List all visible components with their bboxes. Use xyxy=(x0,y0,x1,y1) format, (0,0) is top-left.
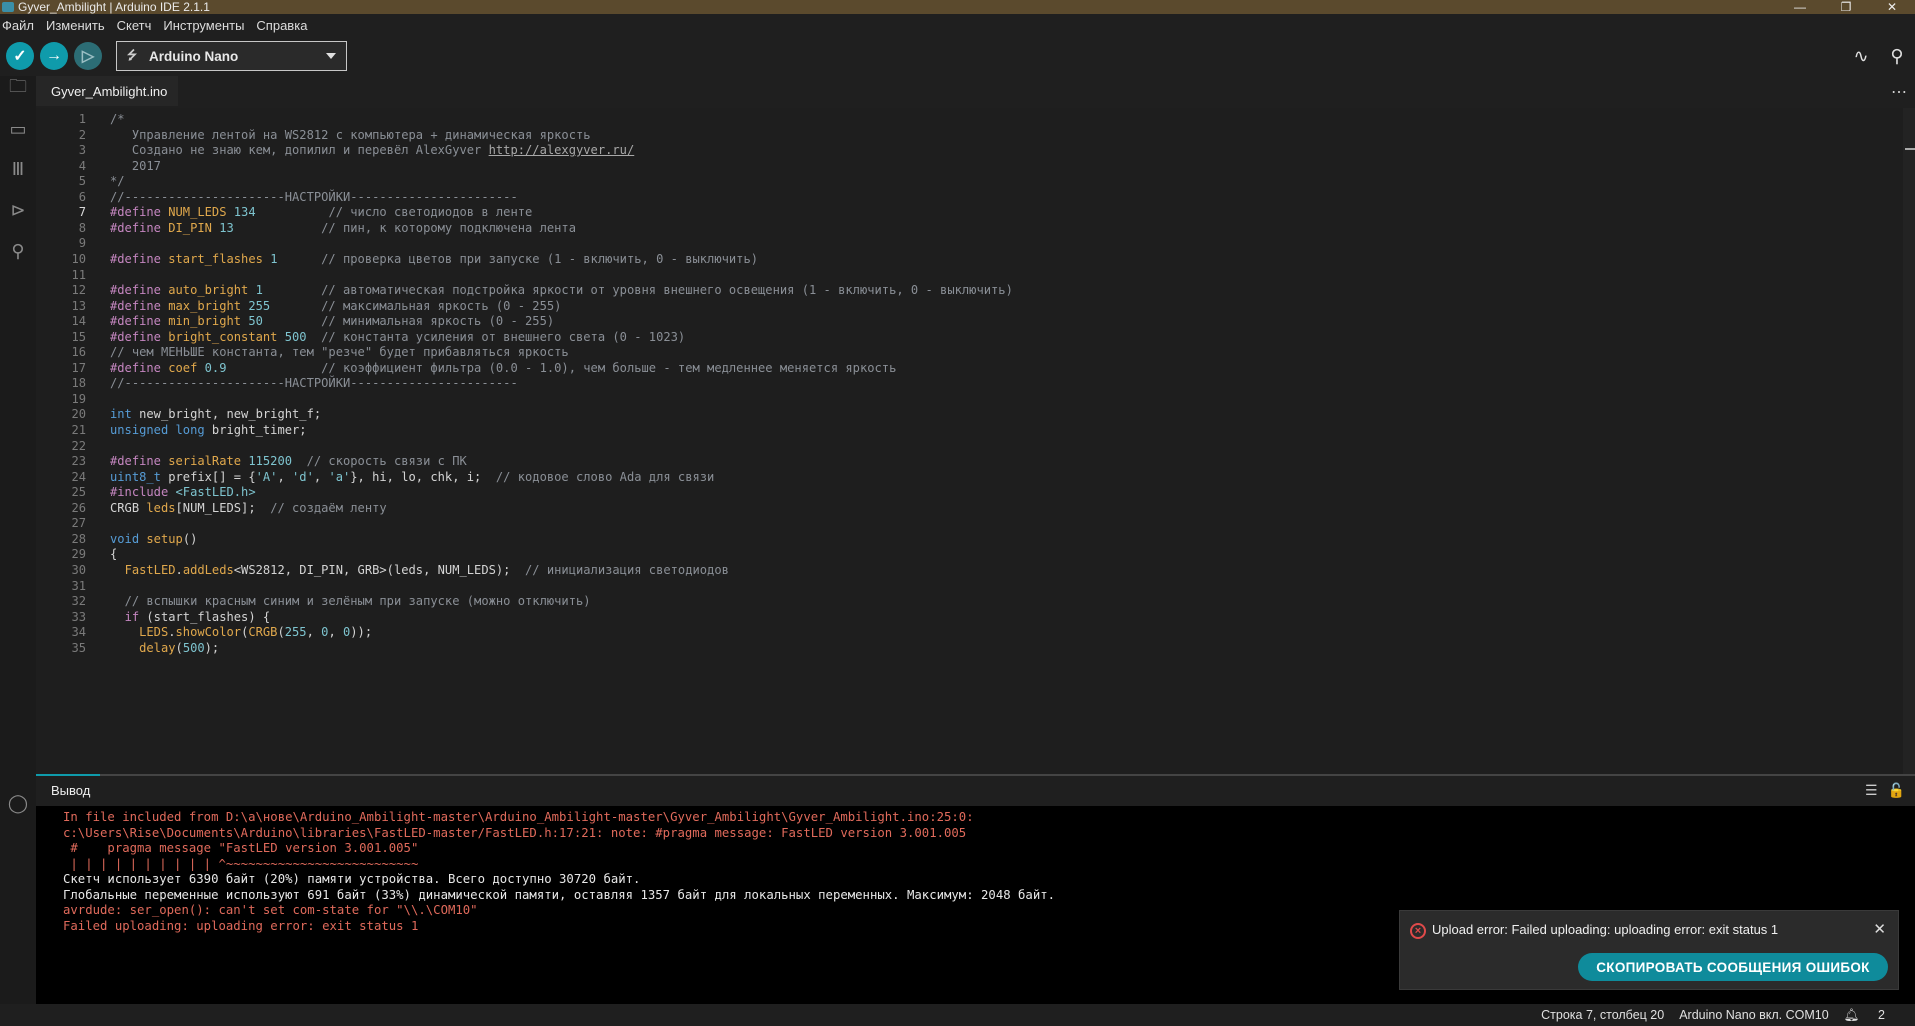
menu-bar: Файл Изменить Скетч Инструменты Справка xyxy=(0,14,1915,36)
serial-plotter-icon[interactable]: ∿ xyxy=(1843,46,1879,67)
output-panel-header: Вывод ☰ 🔓 xyxy=(36,774,1915,806)
editor-tab-bar: Gyver_Ambilight.ino ⋯ xyxy=(36,76,1915,108)
code-text: delay(500); xyxy=(139,640,220,655)
error-icon: × xyxy=(1410,923,1426,939)
copy-errors-button[interactable]: СКОПИРОВАТЬ СООБЩЕНИЯ ОШИБОК xyxy=(1578,953,1888,981)
folder-icon[interactable]: 🗀 xyxy=(5,76,31,102)
more-icon[interactable]: ⋯ xyxy=(1891,82,1907,102)
board-label: Arduino Nano xyxy=(149,48,239,64)
debug-button[interactable]: ▷ xyxy=(74,42,102,70)
menu-edit[interactable]: Изменить xyxy=(44,18,111,33)
usb-icon: ⭍ xyxy=(127,47,137,62)
lock-icon[interactable]: 🔓 xyxy=(1888,782,1905,799)
maximize-button[interactable]: ❐ xyxy=(1823,0,1869,14)
board-icon[interactable]: ▭ xyxy=(5,116,31,142)
menu-help[interactable]: Справка xyxy=(254,18,313,33)
menu-sketch[interactable]: Скетч xyxy=(115,18,158,33)
activity-sidebar: 🗀 ▭ Ⅲ ⊳ ⚲ ◯ xyxy=(0,76,36,1026)
menu-file[interactable]: Файл xyxy=(0,18,40,33)
output-line: Failed uploading: uploading error: exit … xyxy=(63,918,419,933)
editor-scrollbar[interactable] xyxy=(1903,108,1915,774)
cursor-position[interactable]: Строка 7, столбец 20 xyxy=(1541,1008,1664,1022)
verify-button[interactable]: ✓ xyxy=(6,42,34,70)
debug-icon: ▷ xyxy=(81,48,95,65)
title-bar: Gyver_Ambilight | Arduino IDE 2.1.1 — ❐ … xyxy=(0,0,1915,14)
arrow-right-icon: → xyxy=(46,47,62,64)
arduino-app-icon xyxy=(2,2,14,12)
close-window-button[interactable]: ✕ xyxy=(1869,0,1915,14)
tab-output[interactable]: Вывод xyxy=(36,774,100,804)
close-notification-button[interactable]: ✕ xyxy=(1873,920,1886,938)
upload-button[interactable]: → xyxy=(40,42,68,70)
check-icon: ✓ xyxy=(13,48,27,65)
minimize-button[interactable]: — xyxy=(1777,0,1823,14)
notification-message: Upload error: Failed uploading: uploadin… xyxy=(1432,922,1779,937)
status-bar: Строка 7, столбец 20 Arduino Nano вкл. C… xyxy=(0,1004,1915,1026)
tab-gyver-ambilight[interactable]: Gyver_Ambilight.ino xyxy=(36,76,178,108)
line-number: 35 xyxy=(71,640,86,655)
toolbar: ✓ → ▷ ⭍ Arduino Nano ∿ ⚲ xyxy=(0,36,1915,76)
upload-error-notification: × Upload error: Failed uploading: upload… xyxy=(1399,910,1899,990)
account-icon[interactable]: ◯ xyxy=(5,790,31,816)
window-title: Gyver_Ambilight | Arduino IDE 2.1.1 xyxy=(18,0,210,14)
code-line[interactable]: 35 delay(500); xyxy=(36,639,1886,658)
menu-tools[interactable]: Инструменты xyxy=(161,18,250,33)
code-editor[interactable]: 1/* 2 Управление лентой на WS2812 с компь… xyxy=(36,108,1915,774)
debug-icon[interactable]: ⊳ xyxy=(5,197,31,223)
serial-monitor-icon[interactable]: ⚲ xyxy=(1879,46,1915,67)
chevron-down-icon xyxy=(326,53,336,59)
clear-output-icon[interactable]: ☰ xyxy=(1865,782,1878,799)
search-icon[interactable]: ⚲ xyxy=(5,238,31,264)
notifications-status[interactable]: 🔔︎ 2 xyxy=(1844,1008,1900,1023)
notification-count: 2 xyxy=(1878,1007,1885,1022)
bell-icon: 🔔︎ xyxy=(1843,1007,1860,1022)
board-selector[interactable]: ⭍ Arduino Nano xyxy=(116,41,347,71)
board-port-status[interactable]: Arduino Nano вкл. COM10 xyxy=(1679,1008,1828,1022)
library-icon[interactable]: Ⅲ xyxy=(5,156,31,182)
